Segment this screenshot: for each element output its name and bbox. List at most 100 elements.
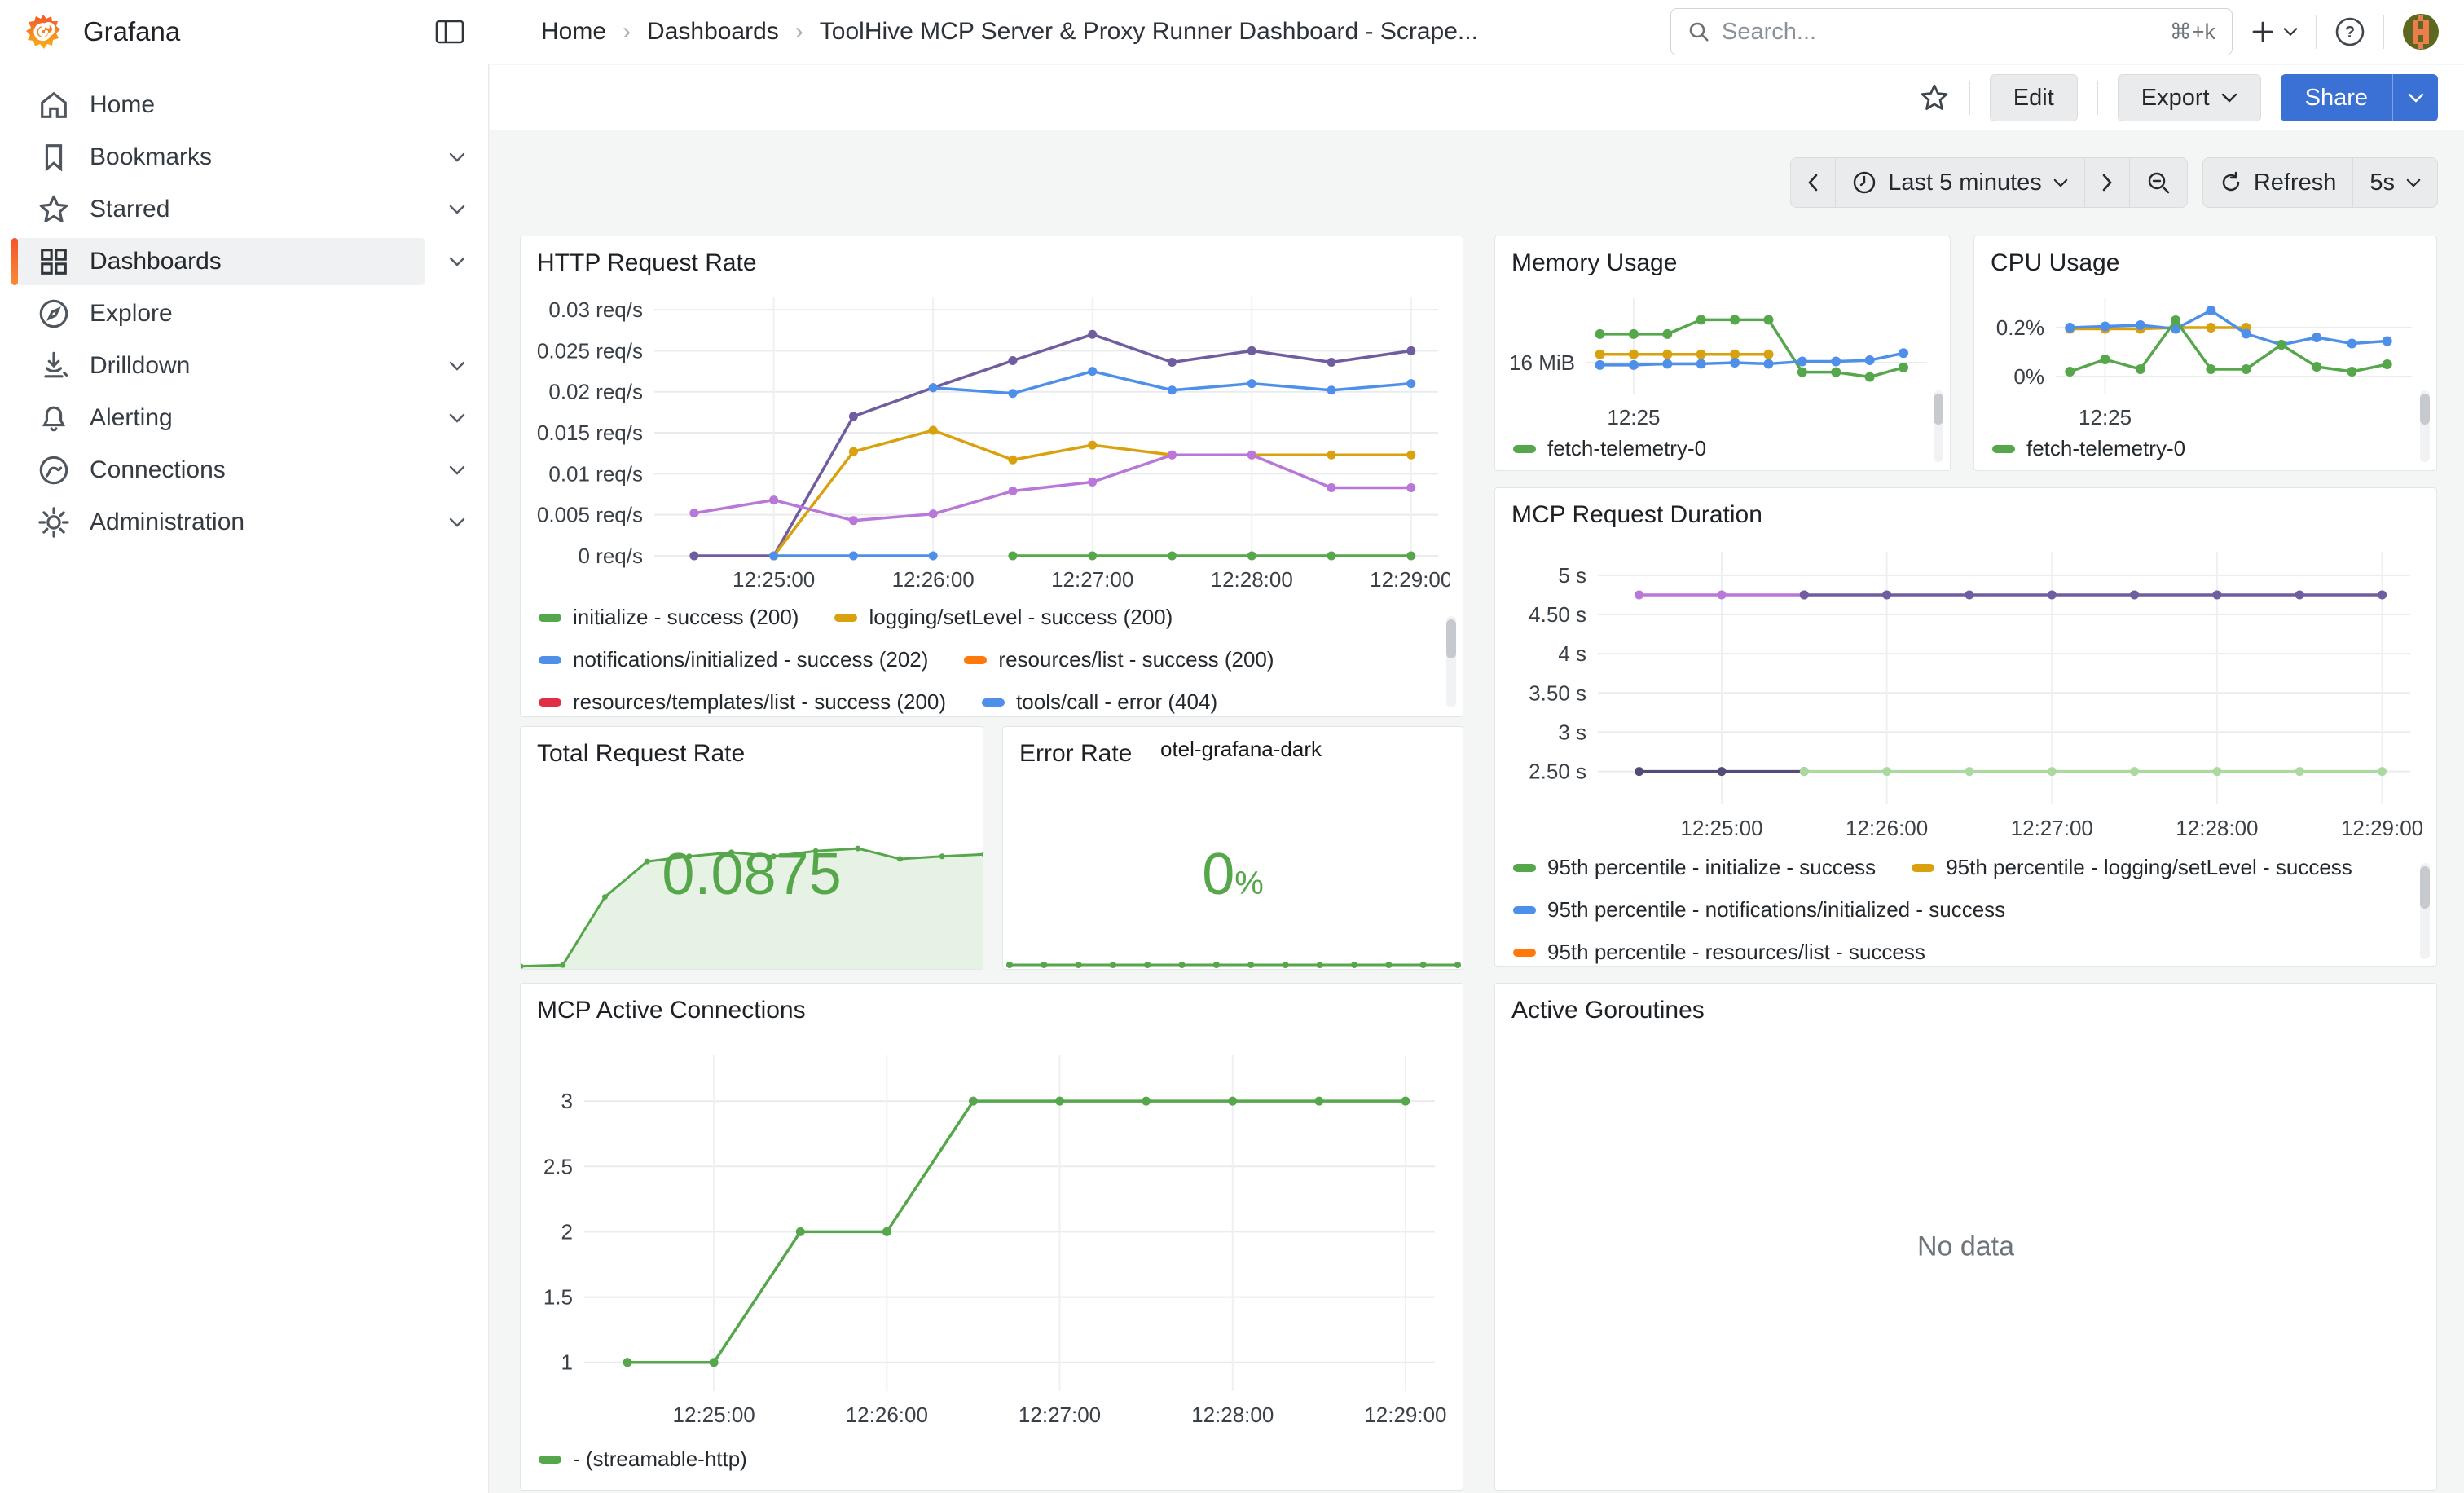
legend-scrollbar[interactable] (1446, 616, 1456, 707)
favorite-star-icon[interactable] (1919, 82, 1950, 113)
legend-item[interactable]: notifications/initialized - success (202… (539, 647, 928, 672)
legend-scrollbar[interactable] (1934, 390, 1943, 462)
legend-label: notifications/initialized - success (202… (573, 647, 928, 672)
chevron-down-icon (449, 413, 465, 423)
sidebar-item-bookmarks[interactable]: Bookmarks (0, 131, 488, 183)
sidebar-item-alerting[interactable]: Alerting (0, 392, 488, 444)
svg-text:0.2%: 0.2% (1996, 315, 2044, 340)
time-back-button[interactable] (1791, 158, 1835, 207)
breadcrumb-separator-icon: › (795, 18, 803, 46)
legend-label: initialize - success (200) (573, 605, 799, 630)
refresh-interval-picker[interactable]: 5s (2352, 158, 2437, 207)
legend-item[interactable]: resources/list - success (200) (964, 647, 1274, 672)
legend-scrollbar[interactable] (2420, 863, 2430, 959)
legend-label: 95th percentile - initialize - success (1547, 855, 1876, 880)
sidebar-navigation: Home Bookmarks Starred Dashboards Explor… (0, 64, 489, 1493)
panel-title[interactable]: HTTP Request Rate (521, 236, 1463, 284)
chevron-down-icon (2053, 178, 2068, 187)
legend-item[interactable]: fetch-telemetry-0 (1513, 436, 1706, 461)
panel-title[interactable]: Memory Usage (1495, 236, 1950, 284)
legend-item[interactable]: tools/call - error (404) (982, 689, 1217, 715)
panel-title[interactable]: Total Request Rate (521, 727, 983, 774)
panel-mcp-request-duration: MCP Request Duration 2.50 s3 s3.50 s4 s4… (1494, 487, 2437, 967)
legend-item[interactable]: 95th percentile - logging/setLevel - suc… (1912, 855, 2352, 880)
legend-label: fetch-telemetry-0 (2026, 436, 2185, 461)
svg-text:12:29:00: 12:29:00 (1364, 1403, 1446, 1427)
breadcrumb-current-dashboard[interactable]: ToolHive MCP Server & Proxy Runner Dashb… (820, 18, 1478, 46)
svg-text:12:26:00: 12:26:00 (892, 567, 975, 592)
legend-scrollbar[interactable] (2420, 390, 2430, 462)
user-avatar[interactable] (2402, 13, 2440, 51)
chevron-down-icon (2406, 178, 2421, 187)
svg-text:4 s: 4 s (1558, 641, 1586, 666)
legend-item[interactable]: logging/setLevel - success (200) (834, 605, 1173, 630)
sidebar-item-starred[interactable]: Starred (0, 183, 488, 236)
zoom-out-icon[interactable] (2129, 158, 2187, 207)
legend-row: 95th percentile - notifications/initiali… (1513, 897, 2425, 923)
breadcrumb-home[interactable]: Home (541, 18, 606, 46)
panel-title[interactable]: MCP Request Duration (1495, 488, 2436, 535)
svg-text:12:26:00: 12:26:00 (846, 1403, 928, 1427)
home-icon (37, 89, 70, 121)
panel-title[interactable]: MCP Active Connections (521, 984, 1463, 1031)
sidebar-collapse-icon[interactable] (435, 19, 464, 45)
legend-item[interactable]: 95th percentile - notifications/initiali… (1513, 897, 2005, 923)
help-icon[interactable]: ? (2334, 16, 2365, 47)
svg-text:12:27:00: 12:27:00 (1051, 567, 1133, 592)
legend-item[interactable]: - (streamable-http) (539, 1447, 747, 1472)
sidebar-item-home[interactable]: Home (0, 79, 488, 131)
breadcrumb-dashboards[interactable]: Dashboards (647, 18, 779, 46)
refresh-icon (2220, 171, 2242, 194)
svg-text:0.02 req/s: 0.02 req/s (548, 380, 643, 404)
sidebar-item-drilldown[interactable]: Drilldown (0, 340, 488, 392)
legend-row: 95th percentile - initialize - success 95… (1513, 855, 2425, 880)
panel-title[interactable]: CPU Usage (1974, 236, 2436, 284)
chevron-down-icon (449, 257, 465, 266)
legend-item[interactable]: 95th percentile - resources/list - succe… (1513, 940, 1925, 965)
share-button[interactable]: Share (2281, 74, 2392, 121)
chart-legend: initialize - success (200) logging/setLev… (521, 598, 1463, 717)
svg-text:3.50 s: 3.50 s (1529, 680, 1586, 705)
panel-title[interactable]: Active Goroutines (1495, 984, 2436, 1031)
svg-text:12:25: 12:25 (1607, 405, 1660, 429)
sidebar-item-connections[interactable]: Connections (0, 444, 488, 496)
breadcrumb: Home › Dashboards › ToolHive MCP Server … (489, 18, 1670, 46)
divider (2316, 15, 2317, 49)
bookmark-icon (37, 141, 70, 174)
time-range-picker[interactable]: Last 5 minutes (1835, 158, 2084, 207)
svg-text:12:25: 12:25 (2079, 405, 2132, 429)
search-input[interactable] (1722, 19, 2158, 46)
divider (2383, 15, 2384, 49)
clock-icon (1852, 170, 1877, 195)
legend-swatch (539, 614, 561, 622)
time-forward-button[interactable] (2084, 158, 2129, 207)
mcp-request-duration-chart: 2.50 s3 s3.50 s4 s4.50 s5 s12:25:0012:26… (1507, 539, 2423, 848)
refresh-button[interactable]: Refresh (2203, 158, 2353, 207)
panel-memory-usage: Memory Usage 16 MiB12:25 fetch-telemetry… (1494, 236, 1951, 471)
search-box[interactable]: ⌘+k (1670, 8, 2233, 55)
svg-text:1: 1 (561, 1350, 573, 1375)
grafana-logo-icon[interactable] (24, 13, 62, 51)
legend-item[interactable]: resources/templates/list - success (200) (539, 689, 946, 715)
divider (1969, 81, 1970, 115)
chart-legend: fetch-telemetry-0 (1495, 429, 1950, 471)
error-rate-sparkline (1003, 946, 1463, 969)
top-navigation-bar: Grafana Home › Dashboards › ToolHive MCP… (0, 0, 2464, 64)
export-button[interactable]: Export (2118, 74, 2261, 121)
svg-text:0.015 req/s: 0.015 req/s (537, 421, 643, 445)
plug-icon (37, 454, 70, 487)
star-icon (37, 193, 70, 226)
legend-label: 95th percentile - resources/list - succe… (1547, 940, 1925, 965)
add-new-button[interactable] (2251, 20, 2298, 44)
svg-text:0.03 req/s: 0.03 req/s (548, 297, 643, 322)
legend-item[interactable]: fetch-telemetry-0 (1992, 436, 2185, 461)
sidebar-item-dashboards[interactable]: Dashboards (0, 236, 488, 288)
legend-row: resources/templates/list - success (200)… (539, 689, 1451, 715)
edit-button[interactable]: Edit (1990, 74, 2078, 121)
sidebar-item-administration[interactable]: Administration (0, 496, 488, 548)
legend-item[interactable]: 95th percentile - initialize - success (1513, 855, 1876, 880)
legend-item[interactable]: initialize - success (200) (539, 605, 799, 630)
share-options-chevron-icon[interactable] (2392, 74, 2438, 121)
topbar-actions: ⌘+k ? (1670, 8, 2464, 55)
sidebar-item-explore[interactable]: Explore (0, 288, 488, 340)
